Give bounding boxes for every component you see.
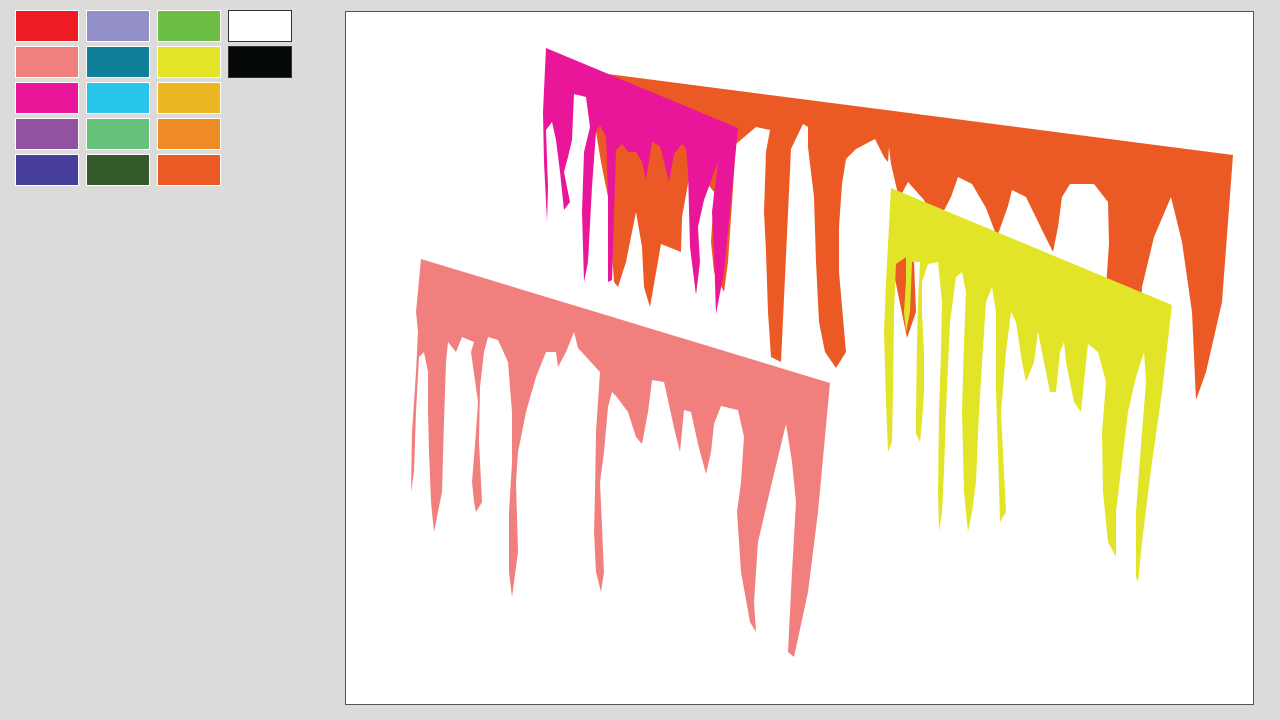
swatch-purple[interactable] — [15, 118, 79, 150]
swatch-teal[interactable] — [86, 46, 150, 78]
swatch-red[interactable] — [15, 10, 79, 42]
swatch-yellow[interactable] — [157, 46, 221, 78]
swatch-dark-green[interactable] — [86, 154, 150, 186]
canvas-artwork — [411, 48, 1233, 657]
salmon-drip-shape[interactable] — [411, 259, 830, 657]
swatch-black[interactable] — [228, 46, 292, 78]
swatch-lavender[interactable] — [86, 10, 150, 42]
swatch-mint-green[interactable] — [86, 118, 150, 150]
swatch-gold[interactable] — [157, 82, 221, 114]
swatch-white[interactable] — [228, 10, 292, 42]
swatch-magenta[interactable] — [15, 82, 79, 114]
swatch-indigo[interactable] — [15, 154, 79, 186]
swatch-orange[interactable] — [157, 118, 221, 150]
swatch-sky-blue[interactable] — [86, 82, 150, 114]
swatch-red-orange[interactable] — [157, 154, 221, 186]
drawing-canvas[interactable] — [345, 11, 1254, 705]
swatch-salmon[interactable] — [15, 46, 79, 78]
swatch-green[interactable] — [157, 10, 221, 42]
color-palette — [15, 10, 300, 190]
